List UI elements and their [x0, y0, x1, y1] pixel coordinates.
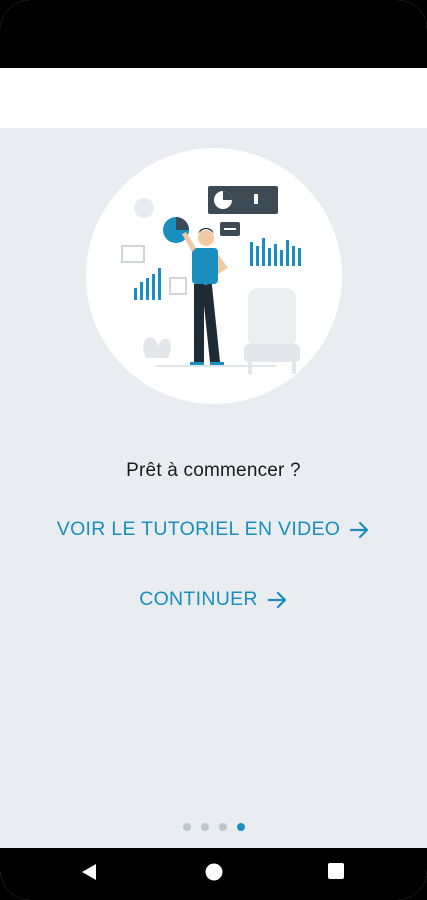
page-indicator: [0, 823, 427, 831]
app-header: [0, 68, 427, 128]
back-triangle-icon[interactable]: [80, 862, 98, 887]
watch-video-tutorial-link[interactable]: VOIR LE TUTORIEL EN VIDEO: [0, 518, 427, 541]
system-navigation-bar: [0, 848, 427, 900]
recent-square-icon[interactable]: [327, 862, 345, 885]
status-bar: [0, 0, 427, 68]
device-frame: Prêt à commencer ? VOIR LE TUTORIEL EN V…: [0, 0, 427, 900]
home-circle-icon[interactable]: [204, 862, 224, 887]
arrow-right-icon: [350, 521, 370, 539]
watch-video-tutorial-label: VOIR LE TUTORIEL EN VIDEO: [56, 518, 341, 540]
page-dot[interactable]: [218, 823, 227, 831]
page-dot-active[interactable]: [236, 823, 245, 831]
page-dot[interactable]: [182, 823, 191, 831]
onboarding-illustration: [86, 148, 342, 404]
arrow-right-icon: [267, 591, 288, 609]
ready-prompt: Prêt à commencer ?: [126, 460, 301, 481]
continue-link[interactable]: CONTINUER: [0, 588, 427, 611]
page-dot[interactable]: [200, 823, 209, 831]
continue-label: CONTINUER: [139, 588, 258, 610]
